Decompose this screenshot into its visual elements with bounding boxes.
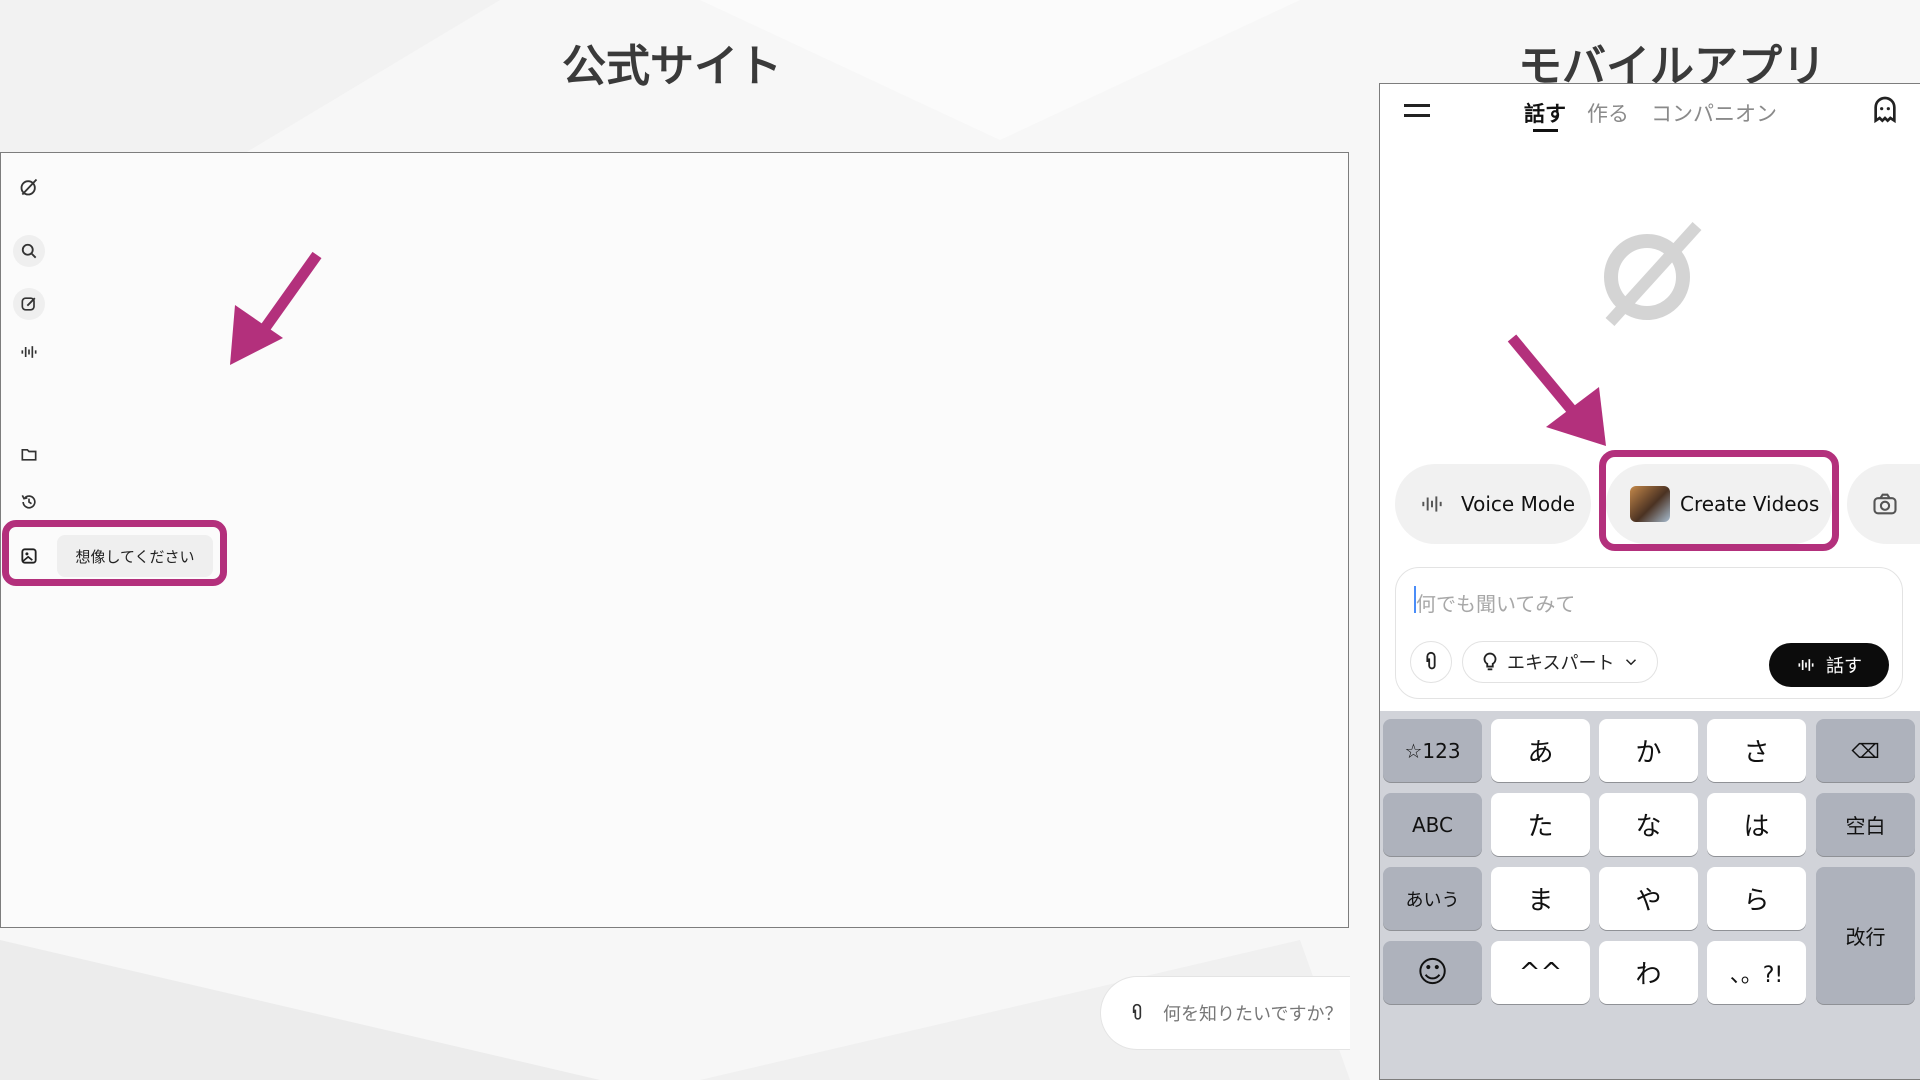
hamburger-menu-icon[interactable] [1404,100,1432,120]
web-chat-input[interactable]: 何を知りたいですか？ [1100,976,1350,1050]
tab-companion[interactable]: コンパニオン [1651,98,1777,128]
key-punctuation[interactable]: 、。?! [1707,941,1806,1004]
folder-icon[interactable] [13,438,45,470]
key-symbols[interactable]: ☆123 [1383,719,1482,782]
emoji-key[interactable]: ☺ [1383,941,1482,1004]
enter-key[interactable]: 改行 [1816,867,1915,1004]
speak-label: 話す [1826,656,1862,677]
paperclip-icon [1426,651,1436,670]
japanese-keyboard: ☆123 あ か さ ⌫ ABC た な は 空白 あいう ま や ら 改行 ☺… [1380,711,1920,1079]
key-ha[interactable]: は [1707,793,1806,856]
mode-label: エキスパート [1507,653,1615,674]
key-sa[interactable]: さ [1707,719,1806,782]
web-input-placeholder: 何を知りたいですか？ [1163,1004,1343,1025]
grok-logo-icon[interactable] [13,171,45,203]
voice-mode-button[interactable]: Voice Mode [1395,464,1591,544]
key-wa[interactable]: わ [1599,941,1698,1004]
speak-button[interactable]: 話す [1769,643,1889,687]
chat-placeholder: 何でも聞いてみて [1416,592,1576,616]
search-icon[interactable] [13,235,45,267]
grok-logo-icon [1604,221,1702,327]
voice-wave-icon [1422,496,1442,512]
imagine-icon[interactable] [13,540,45,572]
tab-talk[interactable]: 話す [1524,98,1566,128]
camera-button[interactable] [1847,464,1920,544]
tab-create[interactable]: 作る [1587,98,1629,128]
voice-mode-label: Voice Mode [1461,492,1576,516]
mode-selector[interactable]: エキスパート [1462,641,1658,683]
key-ma[interactable]: ま [1491,867,1590,930]
imagine-tooltip: 想像してください [57,535,213,577]
web-screenshot-panel: 想像してください 何を知りたいですか？ [0,152,1350,1050]
camera-icon [1873,493,1897,515]
key-ta[interactable]: た [1491,793,1590,856]
history-icon[interactable] [13,486,45,518]
key-ra[interactable]: ら [1707,867,1806,930]
space-key[interactable]: 空白 [1816,793,1915,856]
key-na[interactable]: な [1599,793,1698,856]
web-section-title: 公式サイト [562,41,782,92]
attach-button[interactable] [1410,641,1452,683]
active-tab-indicator [1533,129,1558,132]
key-ka[interactable]: か [1599,719,1698,782]
key-kana[interactable]: あいう [1383,867,1482,930]
create-videos-highlight-box [1599,450,1839,551]
lightbulb-icon [1483,652,1497,671]
key-kaomoji[interactable]: ^^ [1491,941,1590,1004]
backspace-key[interactable]: ⌫ [1816,719,1915,782]
voice-wave-icon [1798,659,1814,671]
key-ya[interactable]: や [1599,867,1698,930]
mobile-screenshot-panel: 話す 作る コンパニオン Voice Mode Create Videos 何で… [1379,83,1920,1080]
ghost-icon[interactable] [1869,94,1901,126]
chevron-down-icon [1626,659,1637,666]
voice-wave-icon[interactable] [13,336,45,368]
mobile-chat-input[interactable]: 何でも聞いてみて エキスパート 話す [1395,567,1903,699]
key-a[interactable]: あ [1491,719,1590,782]
edit-icon[interactable] [13,288,45,320]
paperclip-icon[interactable] [1127,1003,1147,1023]
key-abc[interactable]: ABC [1383,793,1482,856]
